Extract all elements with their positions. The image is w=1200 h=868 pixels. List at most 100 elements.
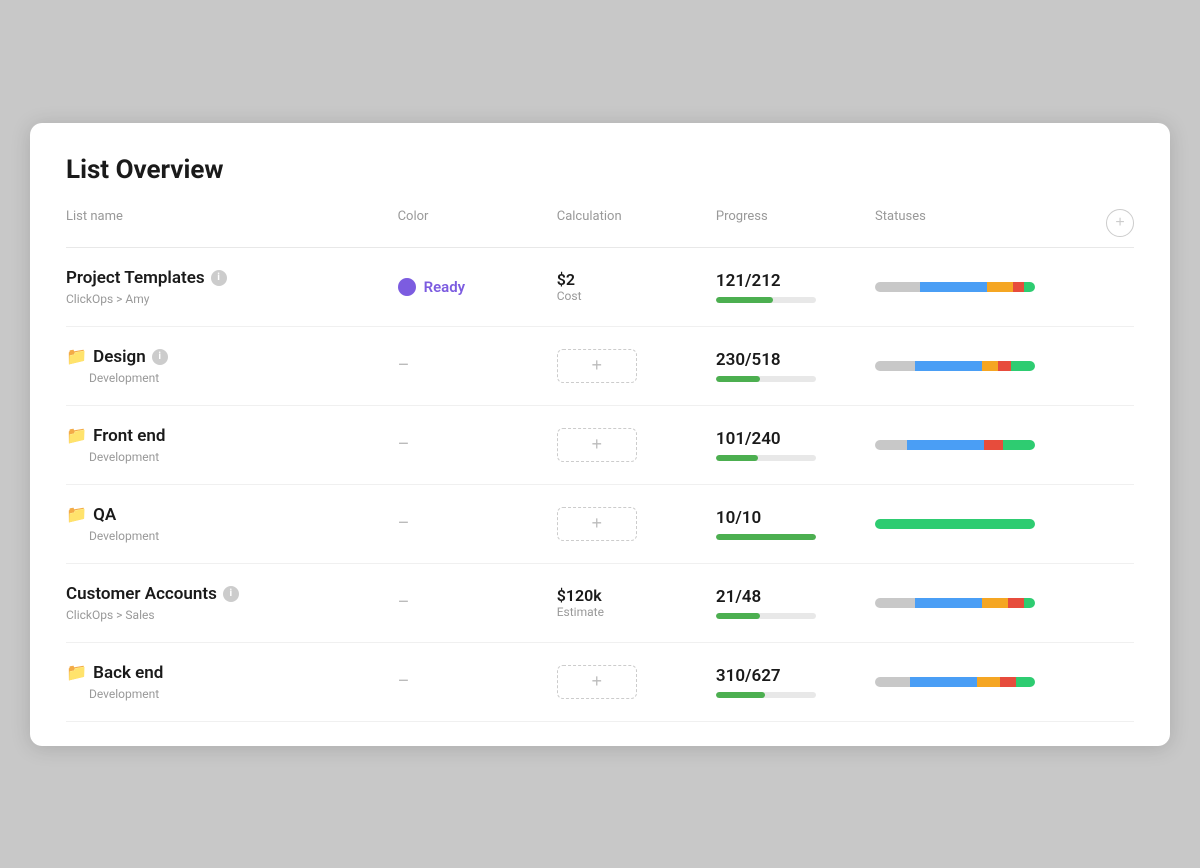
status-segment: [875, 361, 915, 371]
status-segment: [1000, 677, 1016, 687]
status-segment: [984, 440, 1003, 450]
calc-type: Cost: [557, 289, 716, 303]
progress-number: 230/518: [716, 350, 875, 370]
progress-cell: 310/627: [716, 666, 875, 698]
status-segment: [1011, 361, 1035, 371]
status-segment: [1016, 677, 1035, 687]
table-row: 📁Back endDevelopment–+310/627: [66, 643, 1134, 722]
progress-bar-fill: [716, 376, 760, 382]
add-calculation-button[interactable]: +: [557, 428, 637, 462]
status-segment: [875, 440, 907, 450]
progress-bar: [716, 534, 816, 540]
progress-number: 121/212: [716, 271, 875, 291]
statuses-cell: [875, 598, 1074, 608]
add-calculation-button[interactable]: +: [557, 349, 637, 383]
progress-bar: [716, 613, 816, 619]
list-name-cell: 📁QADevelopment: [66, 505, 398, 543]
progress-bar: [716, 376, 816, 382]
breadcrumb: ClickOps > Sales: [66, 608, 398, 622]
status-bar: [875, 361, 1035, 371]
folder-icon: 📁: [66, 347, 87, 367]
status-segment: [1003, 440, 1035, 450]
list-name-cell: 📁Front endDevelopment: [66, 426, 398, 464]
list-name-cell: Project Templates i ClickOps > Amy: [66, 268, 398, 306]
progress-cell: 21/48: [716, 587, 875, 619]
folder-icon: 📁: [66, 426, 87, 446]
add-column-area: +: [1074, 209, 1134, 237]
table-row: Project Templates i ClickOps > Amy Ready $2C…: [66, 248, 1134, 327]
progress-number: 101/240: [716, 429, 875, 449]
statuses-cell: [875, 519, 1074, 529]
statuses-cell: [875, 440, 1074, 450]
breadcrumb: Development: [66, 371, 398, 385]
status-bar: [875, 519, 1035, 529]
color-cell: –: [398, 513, 557, 534]
color-cell: Ready: [398, 278, 557, 296]
calculation-cell: +: [557, 428, 716, 462]
color-dash: –: [398, 671, 410, 692]
color-label: Ready: [424, 278, 466, 296]
status-segment: [998, 361, 1011, 371]
status-segment: [1024, 598, 1035, 608]
status-segment: [982, 361, 998, 371]
info-icon[interactable]: i: [223, 586, 239, 602]
calculation-cell: $120kEstimate: [557, 586, 716, 619]
status-segment: [977, 677, 999, 687]
status-segment: [920, 282, 987, 292]
list-name-text: Project Templates: [66, 268, 205, 288]
color-cell: –: [398, 671, 557, 692]
calc-type: Estimate: [557, 605, 716, 619]
info-icon[interactable]: i: [152, 349, 168, 365]
calculation-cell: +: [557, 349, 716, 383]
folder-icon: 📁: [66, 663, 87, 683]
color-dash: –: [398, 434, 410, 455]
color-dash: –: [398, 592, 410, 613]
progress-cell: 101/240: [716, 429, 875, 461]
page-title: List Overview: [66, 155, 1134, 185]
col-list-name: List name: [66, 209, 398, 237]
statuses-cell: [875, 677, 1074, 687]
progress-number: 10/10: [716, 508, 875, 528]
table-row: 📁Front endDevelopment–+101/240: [66, 406, 1134, 485]
table-row: 📁QADevelopment–+10/10: [66, 485, 1134, 564]
list-name-cell: 📁Back endDevelopment: [66, 663, 398, 701]
list-overview-card: List Overview List name Color Calculatio…: [30, 123, 1170, 746]
table-header: List name Color Calculation Progress Sta…: [66, 209, 1134, 248]
color-dash: –: [398, 513, 410, 534]
status-segment: [1024, 282, 1035, 292]
calculation-cell: +: [557, 665, 716, 699]
status-segment: [1013, 282, 1024, 292]
status-segment: [987, 282, 1013, 292]
color-cell: –: [398, 434, 557, 455]
rows-container: Project TemplatesiClickOps > AmyReady$2C…: [66, 248, 1134, 722]
col-statuses: Statuses: [875, 209, 1074, 237]
progress-cell: 121/212: [716, 271, 875, 303]
progress-bar-fill: [716, 534, 816, 540]
status-bar: [875, 677, 1035, 687]
calc-value: $120k: [557, 586, 716, 605]
breadcrumb: Development: [66, 529, 398, 543]
progress-bar-fill: [716, 297, 773, 303]
status-segment: [915, 598, 982, 608]
status-segment: [875, 677, 910, 687]
info-icon[interactable]: i: [211, 270, 227, 286]
col-progress: Progress: [716, 209, 875, 237]
add-calculation-button[interactable]: +: [557, 507, 637, 541]
list-name-text: QA: [93, 505, 116, 525]
list-name-text: Design: [93, 347, 146, 367]
progress-bar: [716, 297, 816, 303]
list-name-text: Front end: [93, 426, 165, 446]
progress-bar-fill: [716, 692, 765, 698]
list-name-text: Back end: [93, 663, 163, 683]
table-row: 📁 Designi Development– +230/518: [66, 327, 1134, 406]
calc-value: $2: [557, 270, 716, 289]
add-column-button[interactable]: +: [1106, 209, 1134, 237]
color-cell: –: [398, 592, 557, 613]
color-dash: –: [398, 355, 410, 376]
add-calculation-button[interactable]: +: [557, 665, 637, 699]
status-segment: [907, 440, 984, 450]
status-segment: [982, 598, 1008, 608]
progress-cell: 230/518: [716, 350, 875, 382]
status-bar: [875, 598, 1035, 608]
breadcrumb: ClickOps > Amy: [66, 292, 398, 306]
